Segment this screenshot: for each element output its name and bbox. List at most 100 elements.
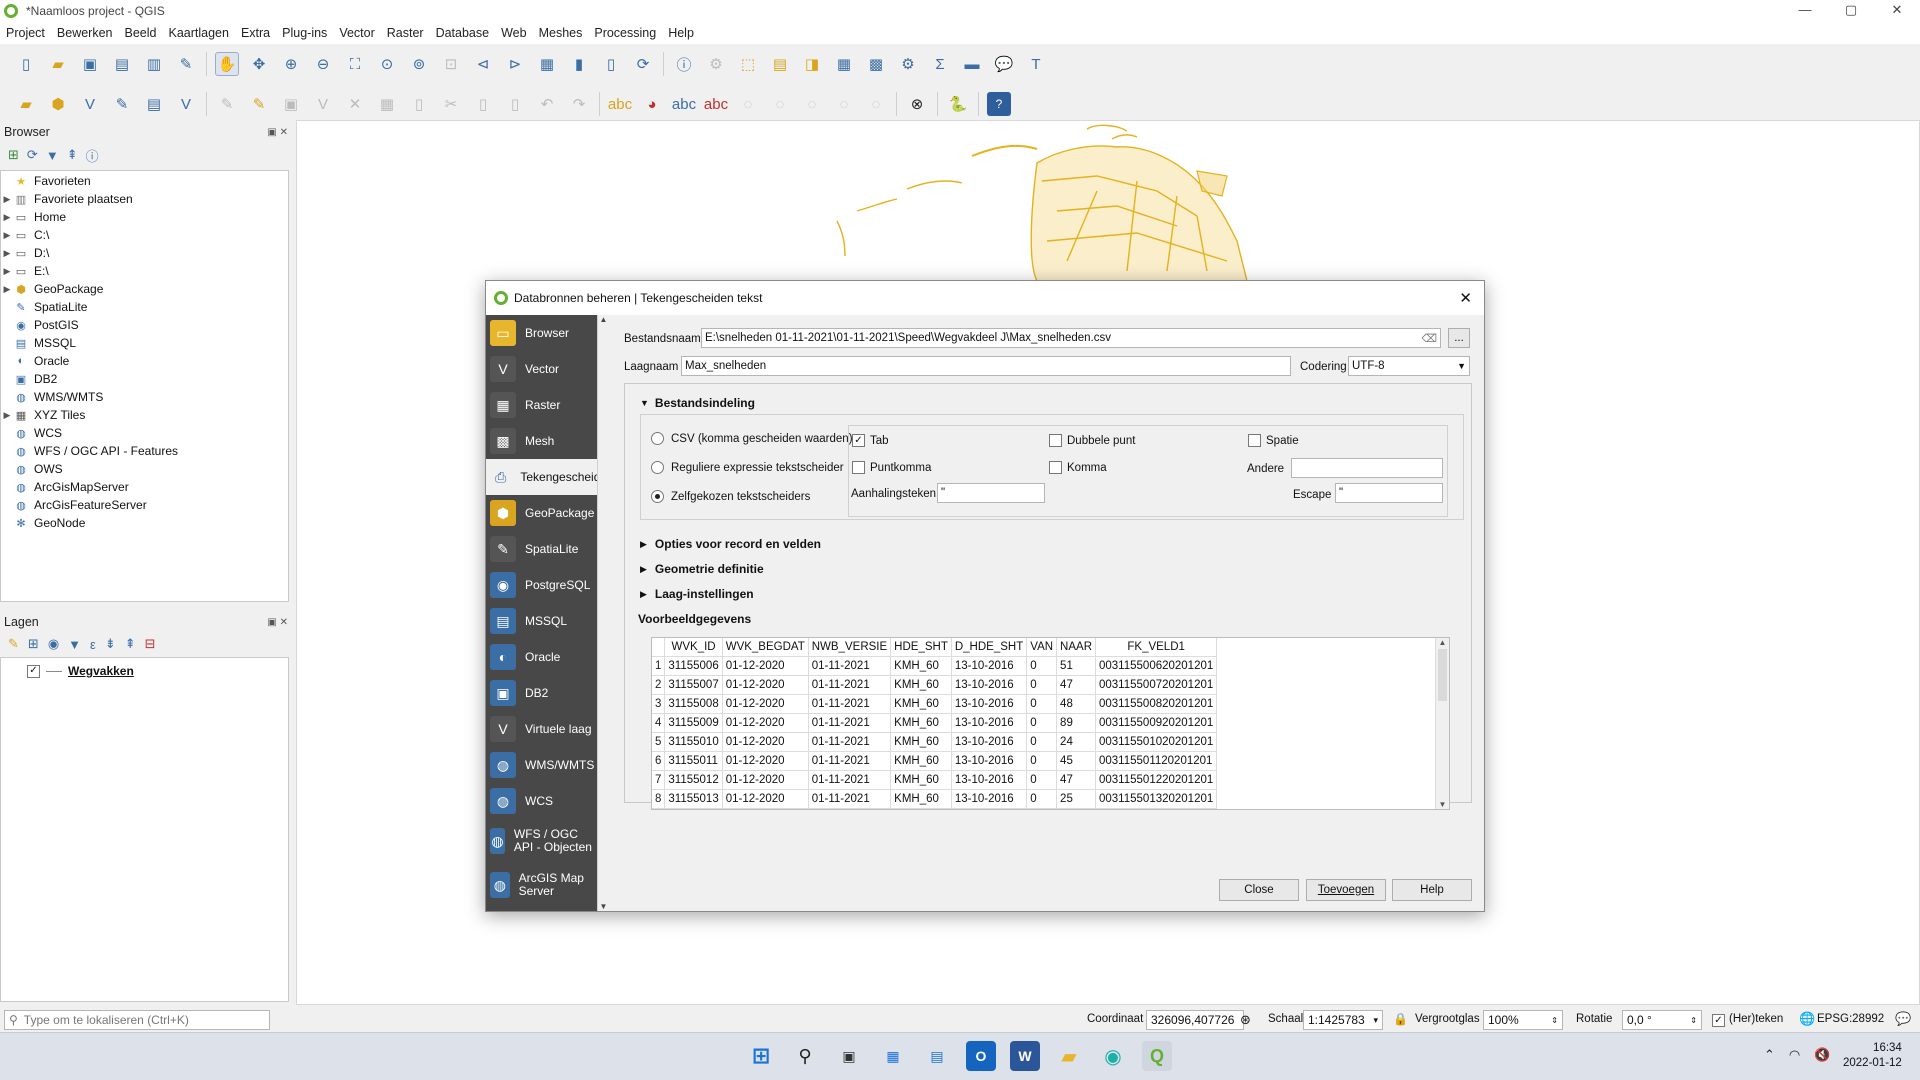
record-options-group[interactable]: ▶ Opties voor record en velden [640, 537, 821, 551]
layer-settings-group[interactable]: ▶ Laag-instellingen [640, 587, 754, 601]
layer-item-wegvakken[interactable]: ✓ Wegvakken [27, 662, 288, 680]
zoom-in-icon[interactable]: ⊕ [279, 52, 303, 76]
colon-checkbox[interactable] [1049, 434, 1062, 447]
pan-icon[interactable]: ✋ [215, 52, 239, 76]
browser-item[interactable]: ▶ ▭ C:\ [1, 226, 288, 244]
browser-item[interactable]: ✎ SpatiaLite [1, 298, 288, 316]
rotation-field[interactable]: 0,0 ° ⇕ [1622, 1010, 1702, 1030]
remove-layer-icon[interactable]: ⊟ [145, 636, 156, 652]
table-row[interactable]: 1 31155006 01-12-2020 01-11-2021 KMH_60 13-10… [652, 656, 1218, 676]
vertex-tool-icon[interactable]: ✕ [343, 92, 367, 116]
source-item[interactable]: V Vector [486, 351, 597, 387]
close-dialog-icon[interactable]: ✕ [1459, 289, 1472, 307]
edge-icon[interactable]: ◉ [1098, 1041, 1128, 1071]
zoom-next-icon[interactable]: ⊳ [503, 52, 527, 76]
column-header[interactable]: NAAR [1056, 638, 1096, 657]
digitize-icon[interactable]: V [311, 92, 335, 116]
highlight-labels-icon[interactable]: abc [704, 92, 728, 116]
new-temp-layer-icon[interactable]: ▤ [142, 92, 166, 116]
source-item[interactable]: ▭ Browser [486, 315, 597, 351]
search-icon[interactable]: ⚲ [790, 1041, 820, 1071]
measure-icon[interactable]: ▬ [960, 52, 984, 76]
help-icon[interactable]: ? [987, 92, 1011, 116]
menu-beeld[interactable]: Beeld [119, 26, 163, 40]
source-item[interactable]: ▩ Mesh [486, 423, 597, 459]
browser-item[interactable]: ◍ ArcGisMapServer [1, 478, 288, 496]
menu-processing[interactable]: Processing [588, 26, 662, 40]
add-button[interactable]: Toevoegen [1306, 879, 1386, 901]
wifi-icon[interactable]: ◠ [1789, 1047, 1800, 1063]
attribute-table-icon[interactable]: ▦ [832, 52, 856, 76]
save-project-icon[interactable]: ▣ [78, 52, 102, 76]
expand-arrow-icon[interactable]: ▶ [1, 266, 13, 277]
delete-selected-icon[interactable]: ▯ [407, 92, 431, 116]
select-by-value-icon[interactable]: ▤ [768, 52, 792, 76]
new-print-layout-icon[interactable]: ▤ [110, 52, 134, 76]
menu-kaartlagen[interactable]: Kaartlagen [162, 26, 234, 40]
magnifier-field[interactable]: 100% ⇕ [1483, 1010, 1563, 1030]
column-header[interactable]: FK_VELD1 [1095, 638, 1218, 657]
filter-browser-icon[interactable]: ▼ [46, 148, 59, 163]
cut-features-icon[interactable]: ✂ [439, 92, 463, 116]
refresh-browser-icon[interactable]: ⟳ [27, 147, 38, 163]
source-item[interactable]: ◍ WCS [486, 783, 597, 819]
lock-scale-icon[interactable]: 🔒 [1393, 1012, 1408, 1026]
source-item[interactable]: ⬢ GeoPackage [486, 495, 597, 531]
comma-checkbox-option[interactable]: Komma [1049, 461, 1107, 474]
new-shapefile-layer-icon[interactable]: V [78, 92, 102, 116]
save-edits-icon[interactable]: ▣ [279, 92, 303, 116]
file-explorer-icon[interactable]: ▰ [1054, 1041, 1084, 1071]
edits-icon[interactable]: ✎ [215, 92, 239, 116]
source-item[interactable]: ✎ SpatiaLite [486, 531, 597, 567]
browser-item[interactable]: ▣ DB2 [1, 370, 288, 388]
messages-icon[interactable]: 💬 [1895, 1011, 1911, 1027]
zoom-to-selection-icon[interactable]: ⊙ [375, 52, 399, 76]
browser-item[interactable]: ◐ Oracle [1, 352, 288, 370]
menu-project[interactable]: Project [0, 26, 51, 40]
browser-item[interactable]: ▶ ▭ E:\ [1, 262, 288, 280]
space-checkbox-option[interactable]: Spatie [1248, 434, 1299, 447]
space-checkbox[interactable] [1248, 434, 1261, 447]
show-bookmarks-icon[interactable]: ▯ [599, 52, 623, 76]
manage-visibility-icon[interactable]: ◉ [48, 636, 59, 652]
column-header[interactable]: WVK_BEGDAT [722, 638, 809, 657]
properties-icon[interactable]: ⓘ [86, 146, 99, 165]
layer-visibility-checkbox[interactable]: ✓ [27, 664, 40, 678]
colon-checkbox-option[interactable]: Dubbele punt [1049, 434, 1135, 447]
source-item[interactable]: ▤ MSSQL [486, 603, 597, 639]
coordinate-field[interactable]: 326096,407726 [1146, 1010, 1244, 1030]
statistics-icon[interactable]: Σ [928, 52, 952, 76]
panel-float-close-icon[interactable]: ▣ ✕ [267, 617, 288, 628]
quote-input[interactable]: " [937, 483, 1045, 503]
table-row[interactable]: 5 31155010 01-12-2020 01-11-2021 KMH_60 13-10… [652, 732, 1218, 752]
browser-item[interactable]: ★ Favorieten [1, 172, 288, 190]
layout-manager-icon[interactable]: ▥ [142, 52, 166, 76]
expand-arrow-icon[interactable]: ▶ [1, 212, 13, 223]
menu-database[interactable]: Database [430, 26, 496, 40]
word-icon[interactable]: W [1010, 1041, 1040, 1071]
table-row[interactable]: 6 31155011 01-12-2020 01-11-2021 KMH_60 13-10… [652, 751, 1218, 771]
sidebar-scrollbar[interactable]: ▲ ▼ [597, 315, 609, 911]
python-console-icon[interactable]: 🐍 [946, 92, 970, 116]
new-virtual-layer-icon[interactable]: V [174, 92, 198, 116]
new-map-view-icon[interactable]: ▦ [535, 52, 559, 76]
label-icon[interactable]: abc [608, 92, 632, 116]
processing-toolbox-icon[interactable]: ⚙ [896, 52, 920, 76]
zoom-to-layer-icon[interactable]: ⊚ [407, 52, 431, 76]
minimize-button[interactable]: — [1782, 0, 1828, 22]
layername-input[interactable]: Max_snelheden [681, 356, 1291, 376]
escape-input[interactable]: " [1335, 483, 1443, 503]
source-item[interactable]: ▦ Raster [486, 387, 597, 423]
table-row[interactable]: 3 31155008 01-12-2020 01-11-2021 KMH_60 13-10… [652, 694, 1218, 714]
pan-to-selection-icon[interactable]: ✥ [247, 52, 271, 76]
change-label-icon[interactable]: ◌ [800, 92, 824, 116]
text-annotation-icon[interactable]: T [1024, 52, 1048, 76]
outlook-icon[interactable]: O [966, 1041, 996, 1071]
semicolon-checkbox-option[interactable]: Puntkomma [852, 461, 931, 474]
crs-globe-icon[interactable]: 🌐 [1799, 1011, 1815, 1027]
clear-input-icon[interactable]: ⌫ [1421, 332, 1437, 345]
close-window-button[interactable]: ✕ [1874, 0, 1920, 22]
browser-item[interactable]: ▶ ▥ Favoriete plaatsen [1, 190, 288, 208]
tab-checkbox[interactable]: ✓ [852, 434, 865, 447]
new-project-icon[interactable]: ▯ [14, 52, 38, 76]
